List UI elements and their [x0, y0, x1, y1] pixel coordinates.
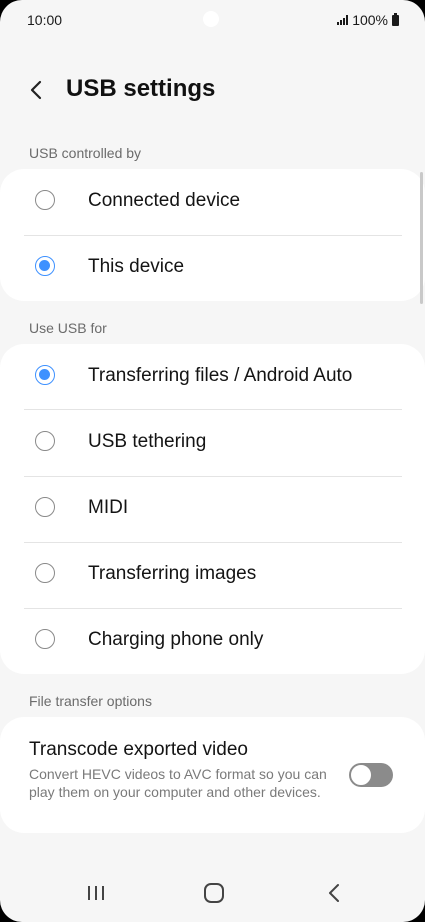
transcode-toggle[interactable]	[349, 763, 393, 787]
use-usb-for-card: Transferring files / Android Auto USB te…	[0, 344, 425, 674]
transcode-title: Transcode exported video	[29, 739, 248, 760]
option-label: Connected device	[88, 190, 241, 211]
option-transferring-images[interactable]: Transferring images	[0, 542, 425, 608]
app-bar: USB settings	[0, 68, 425, 112]
transcode-description: Convert HEVC videos to AVC format so you…	[29, 766, 327, 800]
chevron-left-icon	[30, 80, 42, 100]
option-transferring-files[interactable]: Transferring files / Android Auto	[0, 344, 425, 410]
recent-apps-icon	[88, 886, 104, 900]
battery-icon	[392, 12, 399, 26]
radio-button[interactable]	[35, 497, 55, 517]
file-transfer-card: Transcode exported video Convert HEVC vi…	[0, 717, 425, 833]
radio-button[interactable]	[35, 563, 55, 583]
navigation-bar	[0, 862, 425, 922]
home-button[interactable]	[194, 878, 234, 908]
section-heading-controlled-by: USB controlled by	[29, 145, 142, 161]
option-charging-only[interactable]: Charging phone only	[0, 608, 425, 674]
screen: 10:00 100% USB settings USB controlled b…	[0, 0, 425, 922]
option-label: Transferring images	[88, 563, 257, 584]
radio-button[interactable]	[35, 629, 55, 649]
nav-back-button[interactable]	[314, 878, 354, 908]
scrollbar[interactable]	[420, 172, 423, 304]
battery-percent: 100%	[352, 12, 388, 28]
transcode-setting-row[interactable]: Transcode exported video Convert HEVC vi…	[0, 717, 425, 833]
status-bar: 10:00 100%	[0, 0, 425, 40]
option-label: Charging phone only	[88, 629, 264, 650]
option-midi[interactable]: MIDI	[0, 476, 425, 542]
status-time: 10:00	[27, 12, 63, 28]
back-button[interactable]	[18, 72, 54, 108]
option-label: MIDI	[88, 497, 129, 518]
radio-button-selected[interactable]	[35, 365, 55, 385]
page-title: USB settings	[66, 75, 216, 102]
option-label: This device	[88, 256, 185, 277]
section-heading-use-usb-for: Use USB for	[29, 320, 107, 336]
home-icon	[204, 883, 224, 903]
camera-cutout	[203, 11, 219, 27]
radio-button-selected[interactable]	[35, 256, 55, 276]
radio-button[interactable]	[35, 190, 55, 210]
recent-apps-button[interactable]	[76, 878, 116, 908]
option-usb-tethering[interactable]: USB tethering	[0, 410, 425, 476]
radio-button[interactable]	[35, 431, 55, 451]
controlled-by-card: Connected device This device	[0, 169, 425, 301]
option-label: USB tethering	[88, 431, 207, 452]
option-connected-device[interactable]: Connected device	[0, 169, 425, 235]
signal-icon	[337, 15, 349, 25]
status-indicators: 100%	[337, 12, 399, 28]
section-heading-file-transfer: File transfer options	[29, 693, 152, 709]
back-icon	[329, 884, 339, 902]
option-this-device[interactable]: This device	[0, 235, 425, 301]
option-label: Transferring files / Android Auto	[88, 365, 353, 386]
